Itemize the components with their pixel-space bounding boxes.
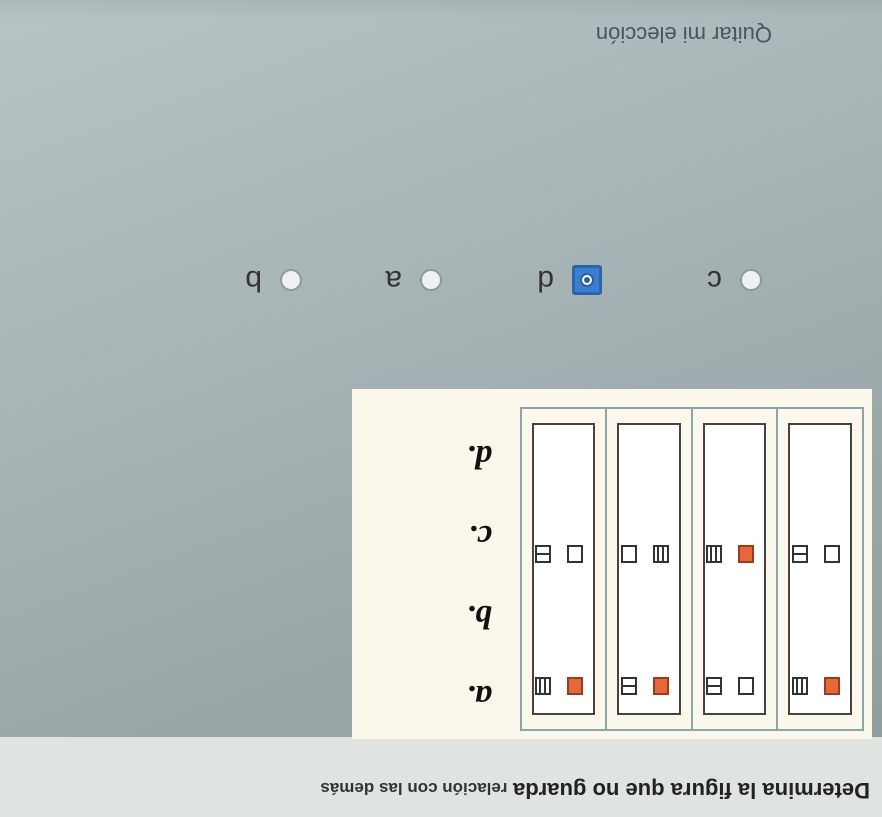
figure-d-cell-4: [535, 545, 552, 563]
figure-d-box: [532, 423, 596, 715]
figure-a-cell-2: [792, 677, 808, 695]
figure-d-cell-2: [535, 677, 552, 695]
figure-panel: a. b. c. d.: [352, 389, 872, 739]
figure-d-cell-1: [567, 677, 584, 695]
radio-d-selected[interactable]: [572, 265, 602, 295]
option-c-label: c: [707, 264, 722, 297]
figure-label-b: b.: [466, 598, 493, 635]
question-main: Determina la figura que no guarda: [513, 778, 870, 803]
figure-a-box: [788, 423, 852, 715]
figure-b-cell-3: [738, 545, 755, 563]
figure-b-cell-2: [706, 677, 723, 695]
screen-shadow: [0, 0, 882, 20]
figure-table: [520, 407, 864, 731]
clear-choice-link[interactable]: Quitar mi elección: [596, 21, 772, 47]
answer-options: c d a b: [62, 177, 762, 297]
figure-d: [522, 409, 606, 729]
figure-b-cell-1: [738, 677, 755, 695]
option-b[interactable]: b: [245, 263, 302, 297]
radio-b[interactable]: [280, 269, 302, 291]
figure-b-cell-4: [706, 545, 723, 563]
option-a-label: a: [385, 264, 402, 297]
figure-c: [605, 409, 691, 729]
figure-label-c: c.: [468, 518, 492, 555]
option-b-label: b: [245, 264, 262, 297]
figure-label-a: a.: [466, 678, 493, 715]
figure-d-cell-3: [567, 545, 584, 563]
figure-c-cell-4: [621, 545, 637, 563]
option-d-label: d: [537, 264, 554, 297]
figure-c-cell-2: [621, 677, 637, 695]
figure-a: [776, 409, 862, 729]
figure-b: [691, 409, 777, 729]
figure-a-cell-3: [824, 545, 840, 563]
figure-label-d: d.: [466, 438, 493, 475]
figure-c-box: [617, 423, 681, 715]
option-a[interactable]: a: [385, 263, 442, 297]
question-rest: relación con las demás: [320, 779, 508, 798]
figure-a-cell-1: [824, 677, 840, 695]
figure-c-cell-1: [653, 677, 669, 695]
option-c[interactable]: c: [707, 263, 762, 297]
question-screen: Determina la figura que no guarda relaci…: [0, 0, 882, 817]
radio-c[interactable]: [740, 269, 762, 291]
question-text: Determina la figura que no guarda relaci…: [250, 777, 870, 803]
radio-a[interactable]: [420, 269, 442, 291]
figure-a-cell-4: [792, 545, 808, 563]
figure-b-box: [703, 423, 767, 715]
figure-c-cell-3: [653, 545, 669, 563]
option-d[interactable]: d: [537, 263, 602, 297]
